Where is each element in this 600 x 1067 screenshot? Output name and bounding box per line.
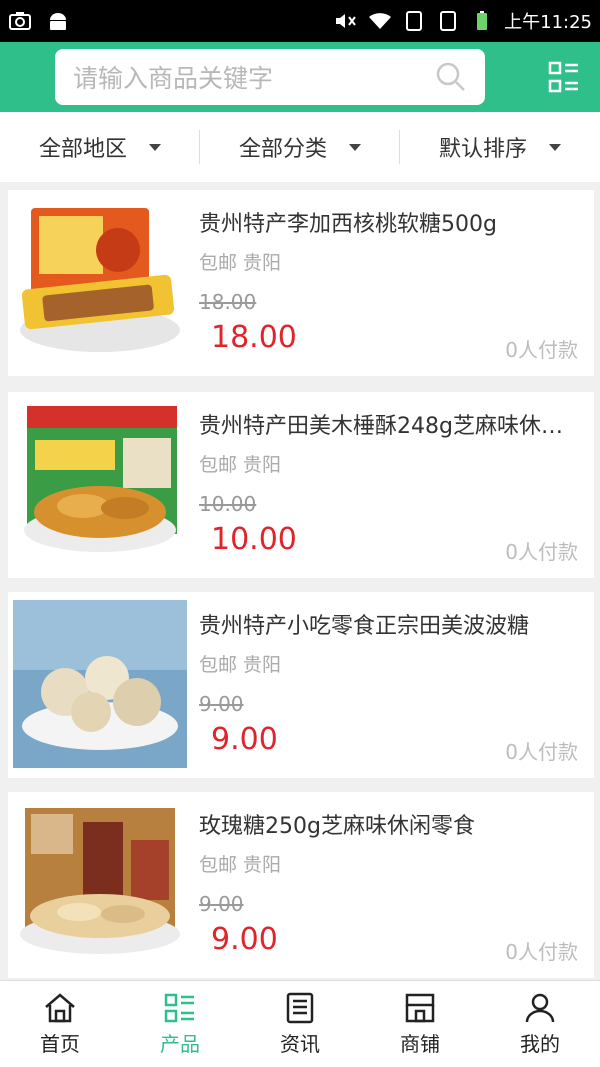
tab-home[interactable]: 首页 (0, 981, 120, 1067)
sold-count: 0人付款 (505, 338, 578, 362)
bottom-tab-bar: 首页 产品 资讯 商铺 我的 (0, 980, 600, 1067)
filter-region[interactable]: 全部地区 (0, 130, 200, 164)
product-title: 贵州特产李加西核桃软糖500g (199, 212, 497, 237)
product-card[interactable]: 玫瑰糖250g芝麻味休闲零食 包邮 贵阳 9.00 9.00 0人付款 (8, 792, 594, 978)
filter-sort[interactable]: 默认排序 (400, 130, 600, 164)
android-icon (50, 13, 66, 30)
product-card[interactable]: 贵州特产小吃零食正宗田美波波糖 包邮 贵阳 9.00 9.00 0人付款 (8, 592, 594, 778)
wifi-icon (369, 13, 392, 29)
original-price: 18.00 (199, 290, 257, 314)
caret-down-icon (549, 143, 561, 151)
sim1-icon (406, 11, 423, 31)
battery-icon (477, 11, 488, 30)
tab-shops-label: 商铺 (400, 1031, 440, 1056)
search-placeholder: 请输入商品关键字 (73, 64, 274, 93)
category-menu-button[interactable] (544, 57, 584, 97)
original-price: 9.00 (199, 892, 244, 916)
filter-sort-label: 默认排序 (438, 137, 527, 162)
search-icon[interactable] (435, 61, 467, 93)
tab-mine-label: 我的 (520, 1031, 560, 1056)
tab-products[interactable]: 产品 (120, 981, 240, 1067)
mute-icon (336, 14, 356, 28)
tab-home-label: 首页 (40, 1031, 80, 1056)
product-title: 贵州特产小吃零食正宗田美波波糖 (199, 614, 530, 639)
filter-region-label: 全部地区 (38, 137, 127, 162)
search-input[interactable]: 请输入商品关键字 (55, 49, 485, 105)
product-title: 贵州特产田美木棰酥248g芝麻味休闲零食 (199, 414, 575, 439)
tab-news-label: 资讯 (280, 1031, 320, 1056)
original-price: 9.00 (199, 692, 244, 716)
original-price: 10.00 (199, 492, 257, 516)
tab-shops[interactable]: 商铺 (360, 981, 480, 1067)
current-price: 9.00 (211, 722, 278, 757)
product-image (13, 198, 187, 366)
grid-list-icon (548, 61, 578, 93)
status-time: 上午11:25 (504, 12, 592, 33)
status-bar: 上午11:25 (0, 0, 600, 42)
user-icon (525, 993, 555, 1022)
product-card[interactable]: 贵州特产李加西核桃软糖500g 包邮 贵阳 18.00 18.00 0人付款 (8, 190, 594, 376)
screenshot-icon (9, 12, 31, 30)
filter-category-label: 全部分类 (238, 137, 327, 162)
product-image (13, 800, 187, 968)
shop-icon (405, 993, 435, 1022)
sold-count: 0人付款 (505, 540, 578, 564)
product-title: 玫瑰糖250g芝麻味休闲零食 (199, 814, 475, 839)
sold-count: 0人付款 (505, 940, 578, 964)
current-price: 18.00 (211, 320, 297, 355)
tab-products-label: 产品 (160, 1031, 200, 1056)
current-price: 9.00 (211, 922, 278, 957)
product-meta: 包邮 贵阳 (199, 454, 282, 476)
product-image (13, 600, 187, 768)
filter-category[interactable]: 全部分类 (200, 130, 400, 164)
caret-down-icon (149, 143, 161, 151)
header-bar: 请输入商品关键字 (0, 42, 600, 112)
product-card[interactable]: 贵州特产田美木棰酥248g芝麻味休闲零食 包邮 贵阳 10.00 10.00 0… (8, 392, 594, 578)
product-meta: 包邮 贵阳 (199, 854, 282, 876)
tab-news[interactable]: 资讯 (240, 981, 360, 1067)
grid-list-icon (164, 993, 194, 1022)
home-icon (45, 992, 75, 1022)
sold-count: 0人付款 (505, 740, 578, 764)
news-icon (286, 992, 314, 1023)
tab-mine[interactable]: 我的 (480, 981, 600, 1067)
current-price: 10.00 (211, 522, 297, 557)
sim2-icon (440, 11, 457, 31)
product-image (13, 400, 187, 568)
product-meta: 包邮 贵阳 (199, 252, 282, 274)
caret-down-icon (349, 143, 361, 151)
product-meta: 包邮 贵阳 (199, 654, 282, 676)
filter-bar: 全部地区 全部分类 默认排序 (0, 112, 600, 182)
